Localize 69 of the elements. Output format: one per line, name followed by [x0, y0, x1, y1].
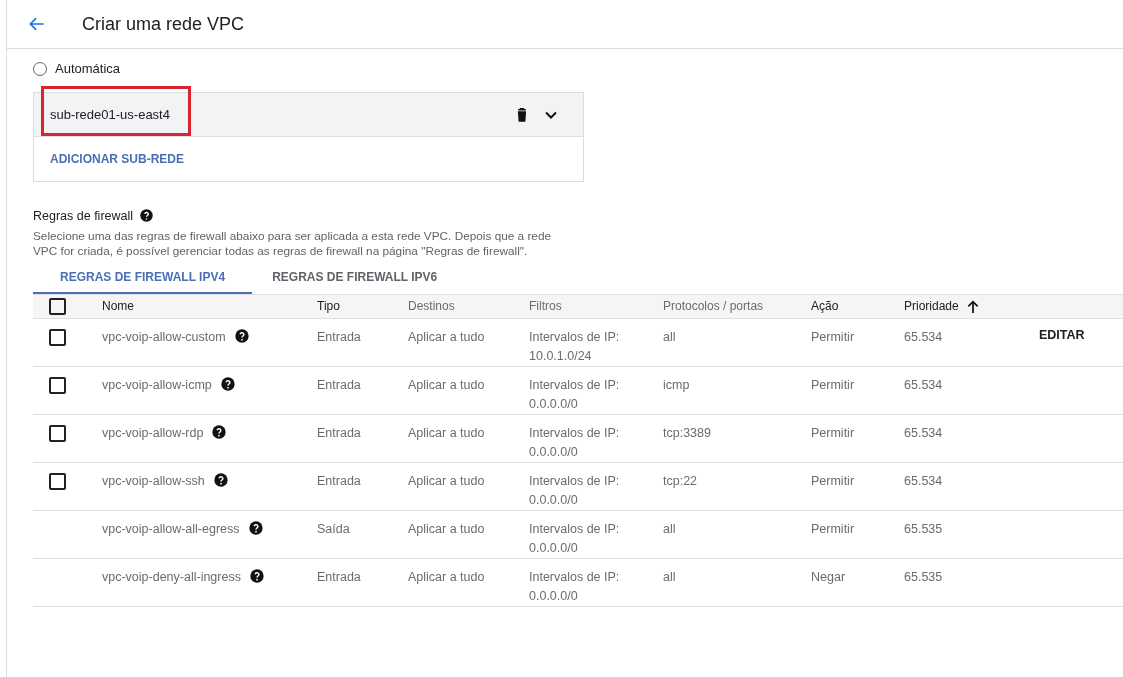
table-cell-text: Aplicar a tudo	[408, 377, 485, 394]
section-title: Regras de firewall	[33, 208, 134, 223]
table-cell-text: Entrada	[317, 473, 361, 490]
column-header: Nome	[102, 298, 134, 315]
table-cell-text: vpc-voip-allow-rdp	[102, 425, 204, 442]
help-icon[interactable]	[139, 208, 155, 223]
checkbox[interactable]	[49, 329, 66, 346]
table-cell-text: Aplicar a tudo	[408, 473, 485, 490]
help-icon[interactable]	[211, 424, 228, 440]
table-cell-text: vpc-voip-allow-icmp	[102, 377, 212, 394]
table-cell-text: 65.534	[904, 425, 943, 442]
checkbox[interactable]	[49, 473, 66, 490]
checkbox[interactable]	[49, 425, 66, 442]
checkbox[interactable]	[49, 377, 66, 394]
column-header: Filtros	[529, 298, 562, 315]
table-cell-text: Permitir	[811, 521, 855, 538]
table-cell-text: 65.535	[904, 569, 943, 586]
column-header[interactable]: Prioridade	[904, 297, 959, 316]
table-cell-text: Intervalos de IP: 0.0.0.0/0	[529, 473, 620, 509]
column-header: Ação	[811, 298, 839, 315]
subnet-name[interactable]: sub-rede01-us-east4	[50, 107, 170, 122]
table-cell-text: Permitir	[811, 377, 855, 394]
column-header: Tipo	[317, 298, 340, 315]
table-cell-text: 65.534	[904, 329, 943, 346]
table-cell-text: Aplicar a tudo	[408, 569, 485, 586]
table-cell-text: Aplicar a tudo	[408, 425, 485, 442]
table-cell-text: vpc-voip-allow-custom	[102, 329, 226, 346]
help-icon[interactable]	[212, 472, 229, 488]
table-cell-text: vpc-voip-allow-all-egress	[102, 521, 240, 538]
table-cell-text: tcp:22	[663, 473, 698, 490]
tab[interactable]: REGRAS DE FIREWALL IPV6	[252, 266, 458, 294]
table-cell-text: Intervalos de IP: 0.0.0.0/0	[529, 377, 620, 413]
table-cell-text: Permitir	[811, 425, 855, 442]
table-cell-text: Aplicar a tudo	[408, 329, 485, 346]
table-cell-text: Intervalos de IP: 0.0.0.0/0	[529, 569, 620, 605]
table-cell-text: tcp:3389	[663, 425, 711, 442]
radio-option[interactable]: Automática	[33, 61, 121, 76]
table-cell-text: vpc-voip-deny-all-ingress	[102, 569, 241, 586]
table-cell-text: all	[663, 329, 676, 346]
help-icon[interactable]	[247, 520, 264, 536]
table-cell-text: Permitir	[811, 473, 855, 490]
checkbox[interactable]	[49, 298, 66, 315]
description-text: Selecione uma das regras de firewall abaixo para ser aplicada a esta rede VPC. Depois que a rede VPC for criada, é possível gerenciar todas as regras de firewall na página "Regras de firewall".	[33, 229, 553, 258]
table-cell-text: Entrada	[317, 377, 361, 394]
edit-button[interactable]: EDITAR	[1039, 328, 1085, 342]
table-cell-text: Aplicar a tudo	[408, 521, 485, 538]
table-cell-text: vpc-voip-allow-ssh	[102, 473, 205, 490]
table-cell-text: all	[663, 521, 676, 538]
table-cell-text: 65.534	[904, 473, 943, 490]
page-title: Criar uma rede VPC	[82, 13, 245, 35]
column-header: Protocolos / portas	[663, 298, 764, 315]
help-icon[interactable]	[248, 568, 265, 584]
table-cell-text: Intervalos de IP: 10.0.1.0/24	[529, 329, 620, 365]
table-cell-text: Entrada	[317, 329, 361, 346]
table-cell-text: Negar	[811, 569, 846, 586]
column-header: Destinos	[408, 298, 455, 315]
table-cell-text: icmp	[663, 377, 690, 394]
add-subnet-link[interactable]: ADICIONAR SUB-REDE	[50, 152, 184, 166]
help-icon[interactable]	[233, 328, 250, 344]
table-cell-text: Permitir	[811, 329, 855, 346]
table-cell-text: Entrada	[317, 569, 361, 586]
table-cell-text: 65.534	[904, 377, 943, 394]
help-icon[interactable]	[219, 376, 236, 392]
table-cell-text: Entrada	[317, 425, 361, 442]
table-cell-text: all	[663, 569, 676, 586]
table-cell-text: Intervalos de IP: 0.0.0.0/0	[529, 425, 620, 461]
table-cell-text: Saída	[317, 521, 350, 538]
table-cell-text: Intervalos de IP: 0.0.0.0/0	[529, 521, 620, 557]
table-cell-text: 65.535	[904, 521, 943, 538]
